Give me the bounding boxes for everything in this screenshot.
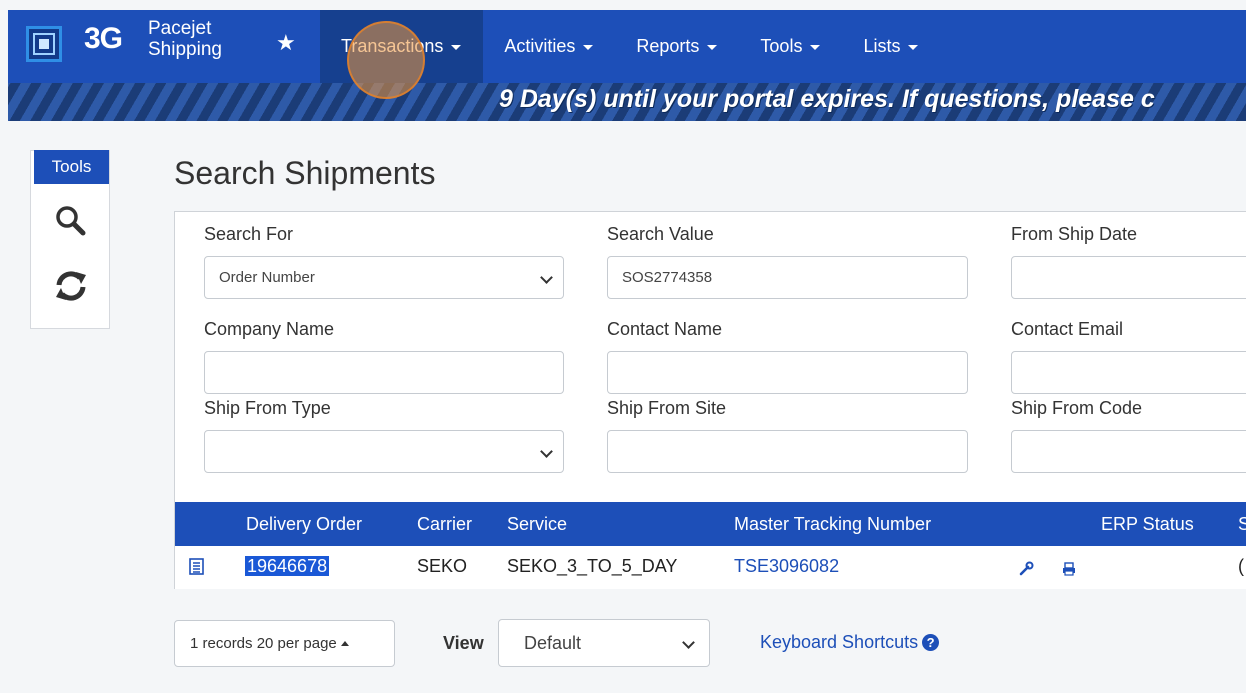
caret-down-icon (810, 45, 821, 50)
search-icon[interactable] (51, 201, 91, 241)
brand-line-2: Shipping (148, 39, 222, 60)
company-name-input[interactable] (204, 351, 564, 394)
keyboard-shortcuts-link[interactable]: Keyboard Shortcuts? (760, 632, 940, 653)
nav-reports[interactable]: Reports (615, 10, 739, 83)
page-size-button[interactable]: 1 records 20 per page (174, 620, 395, 667)
nav-lists[interactable]: Lists (842, 10, 940, 83)
delivery-order-cell[interactable]: 19646678 (245, 556, 330, 577)
search-value-input[interactable]: SOS2774358 (607, 256, 968, 299)
chevron-down-icon (540, 445, 553, 458)
nav-lists-label: Lists (863, 36, 901, 56)
table-row: 19646678 SEKO SEKO_3_TO_5_DAY TSE3096082… (175, 546, 1246, 589)
contact-email-label: Contact Email (1011, 319, 1124, 339)
ship-from-type-select[interactable] (204, 430, 564, 473)
nav-transactions[interactable]: Transactions (320, 10, 484, 83)
chevron-down-icon (682, 636, 695, 649)
question-circle-icon: ? (922, 634, 940, 651)
details-icon[interactable] (188, 557, 206, 577)
nav-activities-label: Activities (504, 36, 576, 56)
print-icon[interactable] (1061, 561, 1077, 577)
main-nav: Transactions Activities Reports Tools Li… (320, 10, 940, 83)
from-ship-date-input[interactable] (1011, 256, 1246, 299)
contact-name-label: Contact Name (607, 319, 723, 339)
brand-name[interactable]: Pacejet Shipping (148, 18, 222, 60)
wrench-icon[interactable] (1018, 561, 1034, 577)
col-s[interactable]: S (1238, 514, 1246, 535)
service-cell: SEKO_3_TO_5_DAY (507, 556, 678, 576)
page-title: Search Shipments (174, 155, 436, 191)
top-navbar: 3G Pacejet Shipping ★ Transactions Activ… (8, 10, 1246, 83)
caret-down-icon (707, 45, 718, 50)
carrier-cell: SEKO (417, 556, 468, 576)
view-label: View (443, 633, 484, 653)
view-select-value: Default (524, 632, 582, 653)
search-value-text: SOS2774358 (622, 269, 713, 286)
ship-from-site-input[interactable] (607, 430, 968, 473)
brand-3g[interactable]: 3G (84, 22, 123, 56)
col-master-tracking[interactable]: Master Tracking Number (734, 514, 931, 535)
contact-email-input[interactable] (1011, 351, 1246, 394)
contact-name-input[interactable] (607, 351, 968, 394)
col-service[interactable]: Service (507, 514, 567, 535)
from-ship-date-label: From Ship Date (1011, 224, 1138, 244)
tools-panel: Tools (30, 150, 110, 329)
brand-line-1: Pacejet (148, 18, 212, 39)
nav-tools[interactable]: Tools (739, 10, 842, 83)
tools-panel-title: Tools (34, 150, 109, 184)
chevron-down-icon (540, 271, 553, 284)
ship-from-code-label: Ship From Code (1011, 398, 1143, 418)
delivery-order-value: 19646678 (245, 556, 330, 576)
caret-down-icon (583, 45, 594, 50)
nav-tools-label: Tools (760, 36, 803, 56)
view-select[interactable]: Default (498, 619, 710, 667)
master-tracking-link[interactable]: TSE3096082 (734, 556, 839, 577)
search-value-label: Search Value (607, 224, 714, 244)
star-icon[interactable]: ★ (276, 30, 296, 56)
page-size-label: 1 records 20 per page (190, 635, 337, 652)
caret-up-icon (340, 641, 349, 646)
ship-from-code-input[interactable] (1011, 430, 1246, 473)
refresh-icon[interactable] (51, 266, 91, 306)
col-carrier[interactable]: Carrier (417, 514, 472, 535)
nav-reports-label: Reports (636, 36, 700, 56)
expiry-banner: 9 Day(s) until your portal expires. If q… (8, 83, 1246, 121)
col-erp-status[interactable]: ERP Status (1101, 514, 1194, 535)
company-name-label: Company Name (204, 319, 335, 339)
caret-down-icon (451, 45, 462, 50)
nav-transactions-label: Transactions (341, 36, 444, 56)
keyboard-shortcuts-label: Keyboard Shortcuts (760, 632, 919, 652)
results-table-header: Delivery Order Carrier Service Master Tr… (175, 502, 1246, 546)
nav-activities[interactable]: Activities (483, 10, 615, 83)
search-for-value: Order Number (219, 269, 315, 286)
ship-from-type-label: Ship From Type (204, 398, 331, 418)
ship-from-site-label: Ship From Site (607, 398, 727, 418)
expiry-banner-text: 9 Day(s) until your portal expires. If q… (499, 85, 1155, 113)
last-column-cell: ( (1238, 556, 1244, 576)
search-for-select[interactable]: Order Number (204, 256, 564, 299)
col-delivery-order[interactable]: Delivery Order (246, 514, 362, 535)
search-form-card: Search For Order Number Search Value SOS… (174, 211, 1246, 589)
3g-logo-icon[interactable] (26, 26, 62, 62)
search-for-label: Search For (204, 224, 294, 244)
caret-down-icon (908, 45, 919, 50)
